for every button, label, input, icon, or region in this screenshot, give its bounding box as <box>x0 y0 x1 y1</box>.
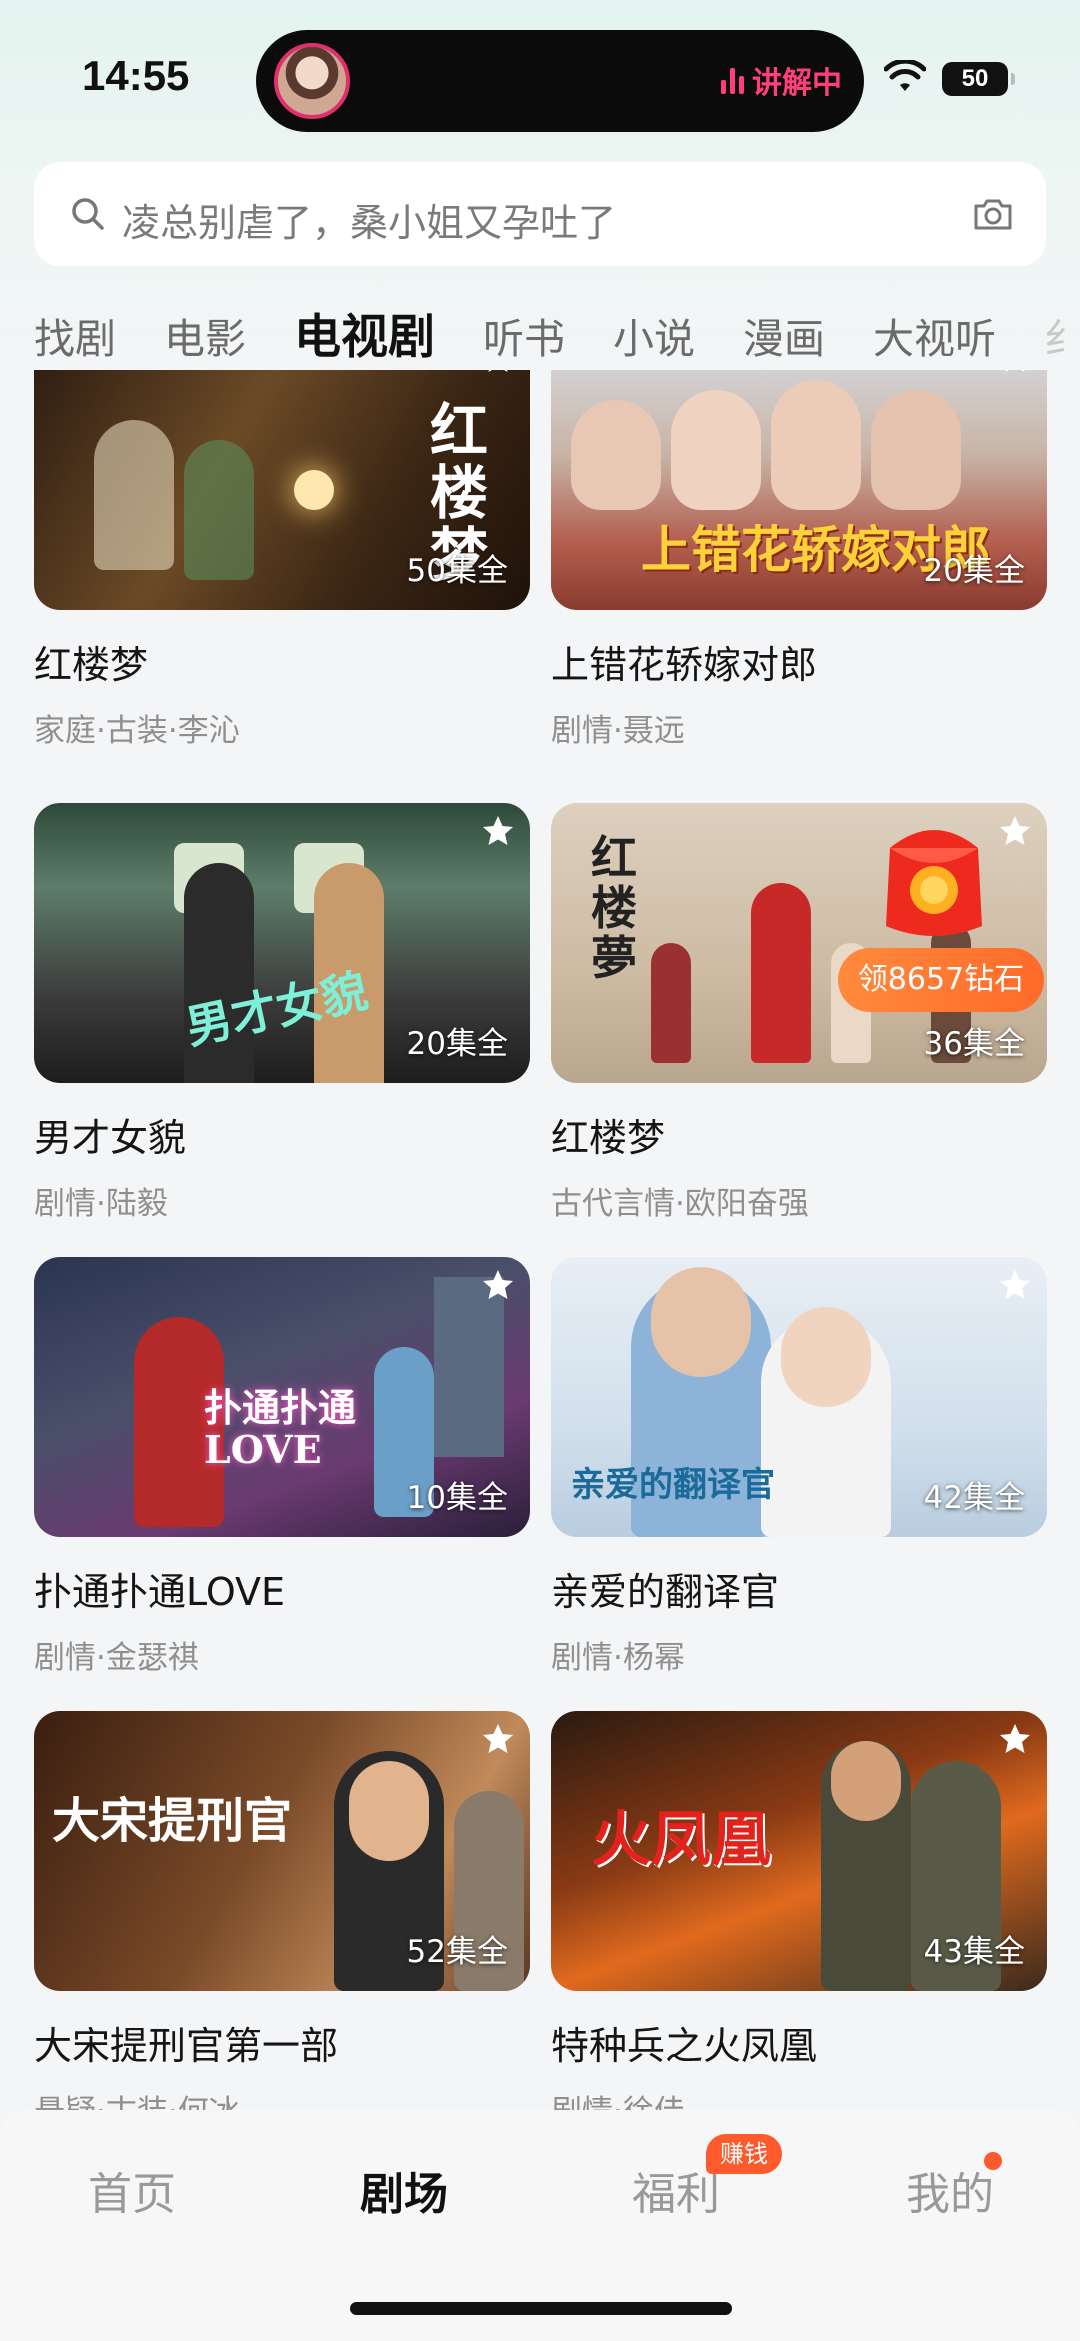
live-host-avatar[interactable] <box>274 43 350 119</box>
drama-card[interactable]: 上错花轿嫁对郎 20集全 上错花轿嫁对郎 剧情·聂远 <box>551 370 1047 750</box>
episode-count: 10集全 <box>406 1480 508 1516</box>
nav-home[interactable]: 首页 <box>88 2158 176 2222</box>
drama-card[interactable]: 男才女貌 20集全 男才女貌 剧情·陆毅 <box>34 803 530 1223</box>
drama-meta: 剧情·金瑟祺 <box>34 1640 199 1676</box>
earn-money-badge: 赚钱 <box>706 2134 782 2174</box>
nav-theater[interactable]: 剧场 <box>360 2158 448 2222</box>
drama-poster[interactable]: 红楼梦 50集全 <box>34 370 530 610</box>
status-time: 14:55 <box>82 52 190 99</box>
drama-card[interactable]: 亲爱的翻译官 42集全 亲爱的翻译官 剧情·杨幂 <box>551 1257 1047 1677</box>
drama-poster[interactable]: 上错花轿嫁对郎 20集全 <box>551 370 1047 610</box>
tab-av-hub[interactable]: 大视听 <box>873 305 996 364</box>
favorite-star-icon[interactable] <box>480 813 516 849</box>
drama-title[interactable]: 亲爱的翻译官 <box>551 1561 1047 1616</box>
drama-title[interactable]: 特种兵之火凤凰 <box>551 2015 1047 2070</box>
drama-meta: 剧情·聂远 <box>551 713 685 749</box>
poster-title-art: 火凤凰 <box>591 1805 771 1875</box>
drama-poster[interactable]: 亲爱的翻译官 42集全 <box>551 1257 1047 1537</box>
drama-title[interactable]: 男才女貌 <box>34 1107 530 1162</box>
home-indicator[interactable] <box>350 2302 732 2315</box>
episode-count: 50集全 <box>406 553 508 589</box>
drama-meta: 剧情·陆毅 <box>34 1186 168 1222</box>
battery-icon: 50 <box>942 62 1015 96</box>
drama-card[interactable]: 火凤凰 43集全 特种兵之火凤凰 剧情·徐佳 <box>551 1711 1047 2110</box>
camera-icon[interactable] <box>972 196 1014 232</box>
tab-comic[interactable]: 漫画 <box>743 305 825 364</box>
poster-title-art: 大宋提刑官 <box>52 1793 293 1849</box>
tab-novel[interactable]: 小说 <box>613 305 695 364</box>
tab-movie[interactable]: 电影 <box>164 305 246 364</box>
favorite-star-icon[interactable] <box>480 370 516 376</box>
dynamic-island[interactable]: 讲解中 <box>256 30 864 132</box>
drama-title[interactable]: 红楼梦 <box>34 634 530 689</box>
tab-overflow[interactable]: 纟 <box>1044 305 1080 364</box>
favorite-star-icon[interactable] <box>480 1267 516 1303</box>
drama-grid: 红楼梦 50集全 红楼梦 家庭·古装·李沁 上错花轿嫁对郎 20集全 上错花轿嫁… <box>0 370 1080 2110</box>
drama-title[interactable]: 大宋提刑官第一部 <box>34 2015 530 2070</box>
drama-meta: 古代言情·欧阳奋强 <box>551 1186 809 1222</box>
drama-card[interactable]: 扑通扑通LOVE 10集全 扑通扑通LOVE 剧情·金瑟祺 <box>34 1257 530 1677</box>
wifi-icon <box>884 60 926 91</box>
red-envelope-icon[interactable] <box>870 818 998 942</box>
episode-count: 20集全 <box>923 553 1025 589</box>
favorite-star-icon[interactable] <box>997 1267 1033 1303</box>
drama-meta: 剧情·徐佳 <box>551 2086 1047 2110</box>
drama-title[interactable]: 扑通扑通LOVE <box>34 1561 530 1616</box>
drama-poster[interactable]: 男才女貌 20集全 <box>34 803 530 1083</box>
tab-tv-series[interactable]: 电视剧 <box>280 298 435 364</box>
drama-meta: 剧情·杨幂 <box>551 1640 685 1676</box>
episode-count: 52集全 <box>406 1934 508 1970</box>
tab-audiobook[interactable]: 听书 <box>483 305 565 364</box>
drama-card[interactable]: 红楼梦 50集全 红楼梦 家庭·古装·李沁 <box>34 370 530 750</box>
favorite-star-icon[interactable] <box>997 1721 1033 1757</box>
episode-count: 20集全 <box>406 1026 508 1062</box>
live-label: 讲解中 <box>752 66 842 101</box>
favorite-star-icon[interactable] <box>997 813 1033 849</box>
drama-card[interactable]: 大宋提刑官 52集全 大宋提刑官第一部 悬疑·古装·何冰 <box>34 1711 530 2110</box>
search-bar[interactable]: 凌总别虐了，桑小姐又孕吐了 <box>34 162 1046 266</box>
search-icon <box>72 198 104 230</box>
episode-count: 42集全 <box>923 1480 1025 1516</box>
nav-me[interactable]: 我的 <box>906 2158 994 2222</box>
episode-count: 43集全 <box>923 1934 1025 1970</box>
live-indicator[interactable]: 讲解中 <box>721 58 842 102</box>
poster-title-art: 红楼夢 <box>591 831 637 985</box>
drama-meta: 家庭·古装·李沁 <box>34 713 240 749</box>
drama-title[interactable]: 红楼梦 <box>551 1107 1047 1162</box>
live-bars-icon <box>721 66 744 94</box>
drama-title[interactable]: 上错花轿嫁对郎 <box>551 634 1047 689</box>
episode-count: 36集全 <box>923 1026 1025 1062</box>
drama-meta: 悬疑·古装·何冰 <box>34 2086 530 2110</box>
diamond-reward-badge[interactable]: 领8657钻石 <box>838 948 1044 1012</box>
favorite-star-icon[interactable] <box>997 370 1033 376</box>
category-tabs: 找剧 电影 电视剧 听书 小说 漫画 大视听 纟 <box>34 298 1080 364</box>
search-input[interactable]: 凌总别虐了，桑小姐又孕吐了 <box>122 192 616 247</box>
favorite-star-icon[interactable] <box>480 1721 516 1757</box>
drama-poster[interactable]: 火凤凰 43集全 <box>551 1711 1047 1991</box>
notification-dot <box>984 2152 1002 2170</box>
drama-poster[interactable]: 大宋提刑官 52集全 <box>34 1711 530 1991</box>
drama-poster[interactable]: 扑通扑通LOVE 10集全 <box>34 1257 530 1537</box>
tab-find[interactable]: 找剧 <box>34 305 116 364</box>
poster-title-art: 扑通扑通LOVE <box>204 1385 357 1472</box>
poster-title-art: 亲爱的翻译官 <box>571 1465 775 1505</box>
